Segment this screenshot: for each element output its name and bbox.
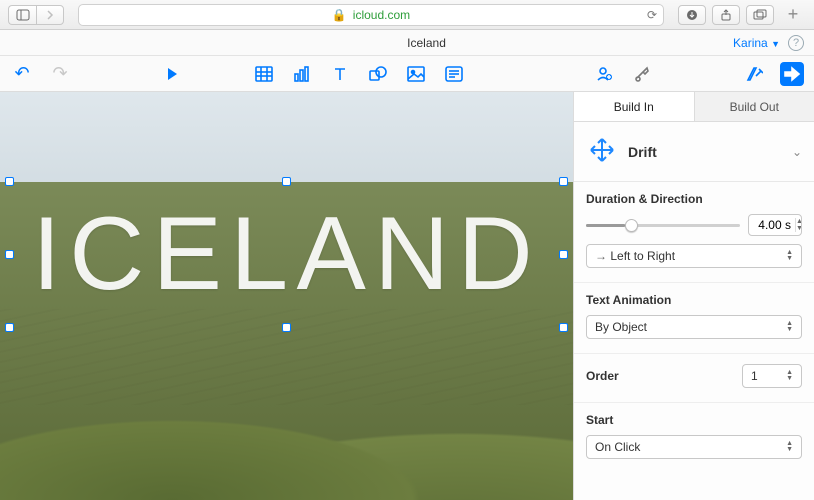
undo-button[interactable]: ↶ [10, 62, 34, 86]
tab-build-in[interactable]: Build In [574, 92, 695, 121]
help-button[interactable]: ? [788, 35, 804, 51]
order-label: Order [586, 369, 626, 383]
start-select[interactable]: On Click ▲▼ [586, 435, 802, 459]
chevron-down-icon: ⌄ [792, 145, 802, 159]
image-tool[interactable] [404, 62, 428, 86]
chevron-down-icon: ▼ [771, 39, 780, 49]
user-menu[interactable]: Karina ▼ [733, 36, 780, 50]
collaborate-button[interactable] [592, 62, 616, 86]
duration-field[interactable]: ▲▼ [748, 214, 802, 236]
step-up[interactable]: ▲ [796, 218, 802, 225]
app-toolbar: ↶ ↷ [0, 56, 814, 92]
duration-slider[interactable] [586, 224, 740, 227]
resize-handle[interactable] [559, 323, 568, 332]
document-title: Iceland [120, 36, 733, 50]
redo-button: ↷ [48, 62, 72, 86]
play-button[interactable] [160, 62, 184, 86]
settings-button[interactable] [630, 62, 654, 86]
table-tool[interactable] [252, 62, 276, 86]
resize-handle[interactable] [559, 177, 568, 186]
slide-canvas[interactable]: ICELAND [0, 92, 573, 500]
drift-icon [586, 134, 618, 169]
format-button[interactable] [742, 62, 766, 86]
resize-handle[interactable] [5, 177, 14, 186]
reload-icon[interactable]: ⟳ [647, 8, 657, 22]
downloads-button[interactable] [678, 5, 706, 25]
duration-section-label: Duration & Direction [586, 192, 802, 206]
headline-text: ICELAND [10, 182, 563, 327]
share-button[interactable] [712, 5, 740, 25]
new-tab-button[interactable]: + [780, 0, 806, 30]
sidebar-toggle-button[interactable] [8, 5, 36, 25]
resize-handle[interactable] [282, 177, 291, 186]
effect-picker[interactable]: Drift ⌄ [574, 122, 814, 182]
selected-text-box[interactable]: ICELAND [10, 182, 563, 327]
inspector-panel: Build In Build Out Drift ⌄ Duration & Di… [573, 92, 814, 500]
tabs-button[interactable] [746, 5, 774, 25]
text-animation-select[interactable]: By Object ▲▼ [586, 315, 802, 339]
start-label: Start [586, 413, 802, 427]
resize-handle[interactable] [559, 250, 568, 259]
lock-icon: 🔒 [332, 8, 347, 22]
url-text: icloud.com [353, 8, 410, 22]
order-select[interactable]: 1 ▲▼ [742, 364, 802, 388]
shape-tool[interactable] [366, 62, 390, 86]
browser-titlebar: 🔒 icloud.com ⟳ + [0, 0, 814, 30]
document-title-bar: Iceland Karina ▼ ? [0, 30, 814, 56]
resize-handle[interactable] [282, 323, 291, 332]
comment-tool[interactable] [442, 62, 466, 86]
effect-name: Drift [628, 144, 782, 160]
text-animation-label: Text Animation [586, 293, 802, 307]
chart-tool[interactable] [290, 62, 314, 86]
text-tool[interactable] [328, 62, 352, 86]
resize-handle[interactable] [5, 323, 14, 332]
address-bar[interactable]: 🔒 icloud.com ⟳ [78, 4, 664, 26]
back-forward-button[interactable] [36, 5, 64, 25]
tab-build-out[interactable]: Build Out [695, 92, 814, 121]
step-down[interactable]: ▼ [796, 225, 802, 232]
direction-select[interactable]: → Left to Right ▲▼ [586, 244, 802, 268]
resize-handle[interactable] [5, 250, 14, 259]
animate-button[interactable] [780, 62, 804, 86]
